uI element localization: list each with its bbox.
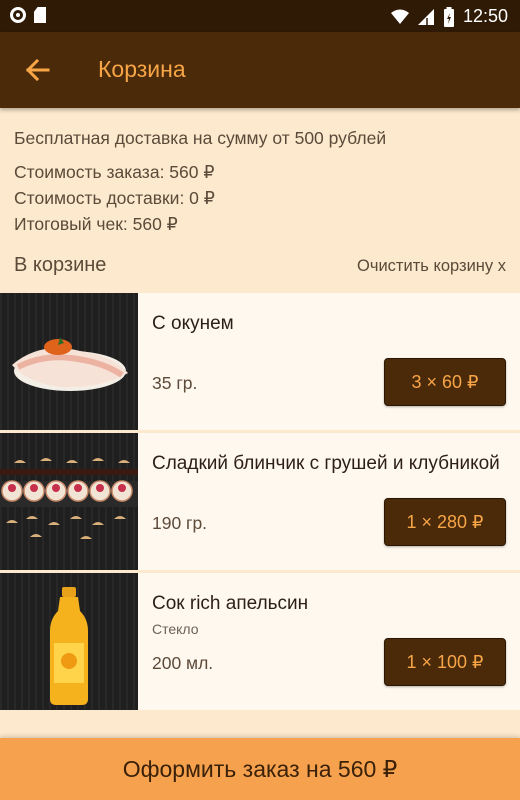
delivery-cost: Стоимость доставки: 0 ₽	[14, 188, 215, 208]
product-image	[0, 433, 138, 570]
item-weight: 190 гр.	[152, 513, 208, 533]
item-weight: 35 гр.	[152, 373, 198, 393]
status-bar: 12:50	[0, 0, 520, 32]
battery-icon	[443, 6, 454, 27]
arrow-left-icon	[25, 58, 50, 82]
item-variant: Стекло	[152, 621, 199, 637]
cart-header: В корзине Очистить корзину x	[14, 254, 506, 278]
page-title: Корзина	[98, 56, 186, 82]
status-time: 12:50	[462, 6, 508, 26]
wifi-icon	[390, 9, 409, 24]
item-weight: 200 мл.	[152, 653, 214, 673]
quantity-price-button[interactable]: 1 × 280 ₽	[384, 498, 506, 546]
cart-title: В корзине	[14, 254, 107, 276]
cellular-icon	[417, 8, 434, 25]
product-image	[0, 573, 138, 710]
app-bar: Корзина	[0, 32, 520, 108]
order-summary: Бесплатная доставка на сумму от 500 рубл…	[14, 125, 386, 237]
cart-item[interactable]: Сладкий блинчик с грушей и клубникой 190…	[0, 433, 520, 570]
quantity-price-button[interactable]: 3 × 60 ₽	[384, 358, 506, 406]
sd-card-icon	[34, 7, 46, 23]
cart-item[interactable]: С окунем 35 гр. 3 × 60 ₽	[0, 293, 520, 430]
free-delivery-note: Бесплатная доставка на сумму от 500 рубл…	[14, 128, 387, 148]
product-image	[0, 293, 138, 430]
quantity-price-button[interactable]: 1 × 100 ₽	[384, 638, 506, 686]
cart-item[interactable]: Сок rich апельсин Стекло 200 мл. 1 × 100…	[0, 573, 520, 710]
item-name: Сладкий блинчик с грушей и клубникой	[152, 453, 500, 474]
clear-cart-button[interactable]: Очистить корзину x	[357, 257, 506, 276]
order-total: Итоговый чек: 560 ₽	[14, 214, 178, 234]
record-icon	[10, 7, 26, 23]
item-name: С окунем	[152, 313, 234, 334]
checkout-button[interactable]: Оформить заказ на 560 ₽	[0, 738, 520, 800]
item-name: Сок rich апельсин	[152, 593, 309, 614]
order-cost: Стоимость заказа: 560 ₽	[14, 162, 215, 182]
back-button[interactable]	[18, 50, 58, 90]
